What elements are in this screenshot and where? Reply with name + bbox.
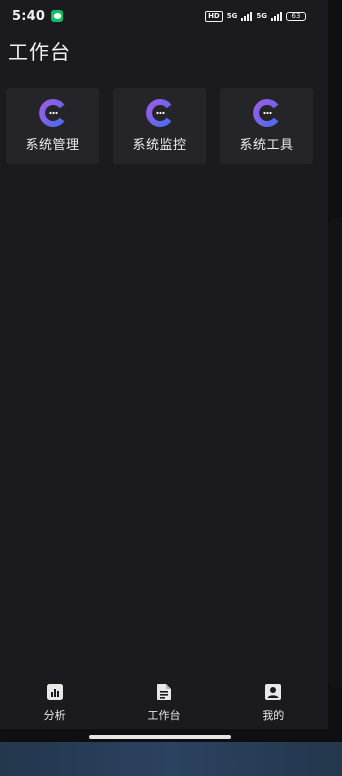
nav-label: 工作台: [147, 709, 181, 722]
chart-icon: [46, 684, 63, 700]
nav-label: 分析: [43, 709, 66, 722]
system-management-icon: [38, 99, 64, 127]
signal-strength-icon-2: [271, 11, 282, 21]
tile-label: 系统工具: [239, 138, 294, 153]
system-tools-icon: [252, 99, 278, 127]
nav-label: 我的: [262, 709, 285, 722]
battery-level: 63: [291, 11, 301, 20]
tile-label: 系统监控: [132, 138, 187, 153]
profile-icon: [265, 684, 282, 700]
bottom-nav: 分析 工作台 我的: [0, 683, 328, 729]
tile-system-monitor[interactable]: 系统监控: [113, 88, 206, 164]
signal-strength-icon-1: [241, 11, 253, 21]
nav-item-profile[interactable]: 我的: [233, 683, 313, 723]
tile-system-tools[interactable]: 系统工具: [220, 88, 313, 164]
background-app-preview: [0, 742, 342, 776]
document-icon: [156, 684, 171, 700]
status-left: 5:40: [12, 8, 64, 24]
tile-system-management[interactable]: 系统管理: [6, 88, 99, 164]
page-title: 工作台: [8, 40, 71, 64]
nav-item-workbench[interactable]: 工作台: [124, 683, 204, 723]
adjacent-window-edge: [328, 0, 342, 776]
status-time: 5:40: [12, 8, 46, 24]
app-tiles: 系统管理 系统监控 系统工具: [6, 88, 313, 164]
battery-icon: 63: [286, 11, 306, 21]
tile-label: 系统管理: [25, 138, 80, 153]
home-indicator[interactable]: [89, 735, 231, 739]
adjacent-window-panel: [328, 218, 342, 688]
status-bar: 5:40 HD 5G 5G 63: [0, 0, 328, 32]
sim1-network-label: 5G: [226, 12, 238, 20]
hd-badge: HD: [205, 10, 223, 22]
wechat-notification-icon: [51, 10, 64, 22]
system-monitor-icon: [145, 99, 171, 127]
status-right: HD 5G 5G 63: [205, 10, 306, 22]
nav-item-analysis[interactable]: 分析: [15, 683, 95, 723]
sim2-network-label: 5G: [256, 12, 267, 20]
